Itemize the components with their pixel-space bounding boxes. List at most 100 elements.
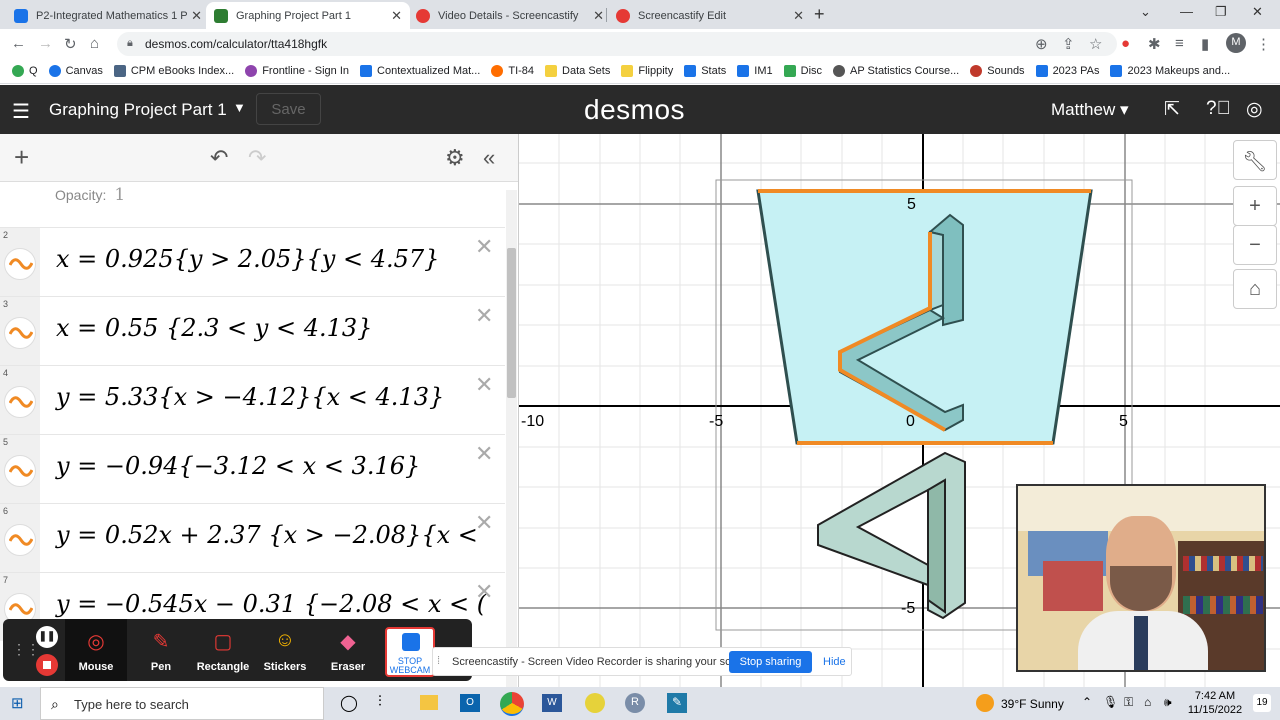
scrollbar-thumb[interactable]: [507, 248, 516, 398]
zoom-in-button[interactable]: +: [1233, 186, 1277, 226]
volume-icon[interactable]: 🕪︎: [1164, 695, 1172, 710]
delete-expression-icon[interactable]: ✕: [475, 372, 493, 398]
bookmark-item[interactable]: Stats: [684, 65, 726, 77]
help-icon[interactable]: ?⃝: [1206, 98, 1231, 120]
bookmark-item[interactable]: Data Sets: [545, 65, 610, 77]
zoom-out-button[interactable]: −: [1233, 225, 1277, 265]
bookmark-item[interactable]: Sounds: [970, 65, 1025, 77]
zoom-icon[interactable]: ⊕: [1035, 35, 1048, 53]
star-icon[interactable]: ☆: [1089, 35, 1102, 53]
back-icon[interactable]: ←: [11, 35, 26, 52]
stop-recording-button[interactable]: [36, 654, 58, 676]
delete-expression-icon[interactable]: ✕: [475, 510, 493, 536]
delete-expression-icon[interactable]: ✕: [475, 234, 493, 260]
expression-math[interactable]: x = 0.55 {2.3 < y < 4.13}: [56, 314, 372, 342]
stop-webcam-button[interactable]: STOP WEBCAM: [385, 627, 435, 677]
file-explorer-icon[interactable]: [420, 695, 438, 710]
expression-row[interactable]: 5 y = −0.94{−3.12 < x < 3.16} ✕: [0, 434, 505, 503]
mouse-tool[interactable]: ◎ Mouse: [65, 619, 127, 681]
show-hidden-icons-icon[interactable]: ⌃: [1082, 695, 1092, 709]
bookmark-item[interactable]: AP Statistics Course...: [833, 65, 959, 77]
tab-search-icon[interactable]: ⌄: [1140, 4, 1151, 20]
share-graph-icon[interactable]: ⇱: [1164, 98, 1180, 121]
hamburger-menu-icon[interactable]: ☰: [12, 99, 30, 124]
profile-avatar[interactable]: M: [1226, 33, 1246, 53]
reading-list-icon[interactable]: ≡: [1175, 35, 1184, 52]
weather-text[interactable]: 39°F Sunny: [1001, 697, 1064, 711]
expression-row[interactable]: 4 y = 5.33{x > −4.12}{x < 4.13} ✕: [0, 365, 505, 434]
eraser-tool[interactable]: ◆ Eraser: [317, 619, 379, 681]
delete-expression-icon[interactable]: ✕: [475, 303, 493, 329]
bookmark-item[interactable]: CPM eBooks Index...: [113, 65, 234, 77]
network-icon[interactable]: ⌂: [1144, 695, 1151, 709]
tab-screencastify-edit[interactable]: Screencastify Edit ✕: [608, 2, 812, 29]
bookmark-item[interactable]: Disc: [783, 65, 822, 77]
add-expression-icon[interactable]: +: [14, 142, 29, 173]
stop-sharing-button[interactable]: Stop sharing: [729, 651, 812, 673]
rectangle-tool[interactable]: ▢ Rectangle: [192, 619, 254, 681]
graph-settings-wrench-icon[interactable]: 🔧︎: [1233, 140, 1277, 180]
new-tab-button[interactable]: +: [814, 4, 825, 25]
expression-math[interactable]: y = 5.33{x > −4.12}{x < 4.13}: [56, 383, 444, 411]
expression-math[interactable]: y = −0.94{−3.12 < x < 3.16}: [56, 452, 420, 480]
task-view-icon[interactable]: ◯: [340, 693, 358, 713]
stickers-tool[interactable]: ☺ Stickers: [254, 619, 316, 681]
drag-handle-icon[interactable]: ⋮⋮: [12, 641, 40, 658]
screencastify-extension-icon[interactable]: ●: [1121, 35, 1130, 52]
tab-p2-integrated-math[interactable]: P2-Integrated Mathematics 1 P- ✕: [6, 2, 210, 29]
taskbar-search-input[interactable]: ⌕ Type here to search: [40, 687, 324, 720]
minimize-button[interactable]: —: [1180, 4, 1193, 19]
close-tab-icon[interactable]: ✕: [191, 8, 202, 24]
collapse-panel-icon[interactable]: «: [483, 145, 495, 171]
graph-title[interactable]: Graphing Project Part 1: [49, 100, 227, 120]
chrome-icon[interactable]: [500, 692, 524, 716]
close-tab-icon[interactable]: ✕: [593, 8, 604, 24]
word-icon[interactable]: W: [542, 694, 562, 712]
close-tab-icon[interactable]: ✕: [391, 8, 402, 24]
bookmark-item[interactable]: 2023 Makeups and...: [1110, 65, 1230, 77]
redo-icon[interactable]: ↷: [248, 145, 266, 171]
line-color-icon[interactable]: [4, 386, 36, 418]
close-window-button[interactable]: ✕: [1252, 4, 1263, 20]
pen-tool[interactable]: ✎ Pen: [130, 619, 192, 681]
forward-icon[interactable]: →: [38, 35, 53, 52]
tray-app-icon[interactable]: ⚿: [1124, 695, 1133, 710]
menu-icon[interactable]: ⋮: [1256, 35, 1271, 53]
widgets-icon[interactable]: ⫶: [378, 693, 382, 710]
sidepanel-icon[interactable]: ▮: [1201, 35, 1209, 53]
outlook-icon[interactable]: O: [460, 694, 480, 712]
delete-expression-icon[interactable]: ✕: [475, 441, 493, 467]
home-icon[interactable]: ⌂: [90, 35, 99, 52]
expression-row[interactable]: 6 y = 0.52x + 2.37 {x > −2.08}{x < ✕: [0, 503, 505, 572]
bookmark-item[interactable]: Contextualized Mat...: [360, 65, 480, 77]
default-viewport-home-icon[interactable]: ⌂: [1233, 269, 1277, 309]
expression-math[interactable]: x = 0.925{y > 2.05}{y < 4.57}: [56, 245, 439, 273]
bookmark-item[interactable]: IM1: [737, 65, 773, 77]
bookmark-item[interactable]: Frontline - Sign In: [245, 65, 349, 77]
bookmark-item[interactable]: 2023 PAs: [1035, 65, 1099, 77]
undo-icon[interactable]: ↶: [210, 145, 228, 171]
windows-start-icon[interactable]: ⊞: [11, 694, 24, 712]
bookmark-item[interactable]: Q: [12, 65, 38, 77]
drag-handle-icon[interactable]: ⁞: [437, 655, 440, 667]
r-app-icon[interactable]: R: [625, 693, 645, 713]
user-menu[interactable]: Matthew ▾: [1051, 100, 1129, 120]
reload-icon[interactable]: ↻: [64, 35, 77, 53]
bookmark-item[interactable]: TI-84: [491, 65, 534, 77]
notepad-icon[interactable]: ✎: [667, 693, 687, 713]
expression-scrollbar[interactable]: [506, 190, 517, 687]
settings-gear-icon[interactable]: ⚙: [445, 145, 465, 171]
opacity-value[interactable]: 1: [114, 185, 125, 205]
app-icon[interactable]: [585, 693, 605, 713]
bookmark-item[interactable]: Canvas: [48, 65, 103, 77]
expression-row[interactable]: 3 x = 0.55 {2.3 < y < 4.13} ✕: [0, 296, 505, 365]
clock[interactable]: 7:42 AM 11/15/2022: [1180, 689, 1250, 717]
expression-row[interactable]: 2 x = 0.925{y > 2.05}{y < 4.57} ✕: [0, 227, 505, 296]
line-color-icon[interactable]: [4, 455, 36, 487]
tab-video-details[interactable]: Video Details - Screencastify ✕: [408, 2, 612, 29]
hide-link[interactable]: Hide: [823, 656, 846, 668]
maximize-button[interactable]: ❐: [1215, 4, 1227, 20]
save-button[interactable]: Save: [256, 93, 321, 125]
url-input[interactable]: 🔒︎ desmos.com/calculator/tta418hgfk: [117, 32, 1117, 56]
microphone-icon[interactable]: 🎙︎: [1103, 695, 1118, 709]
